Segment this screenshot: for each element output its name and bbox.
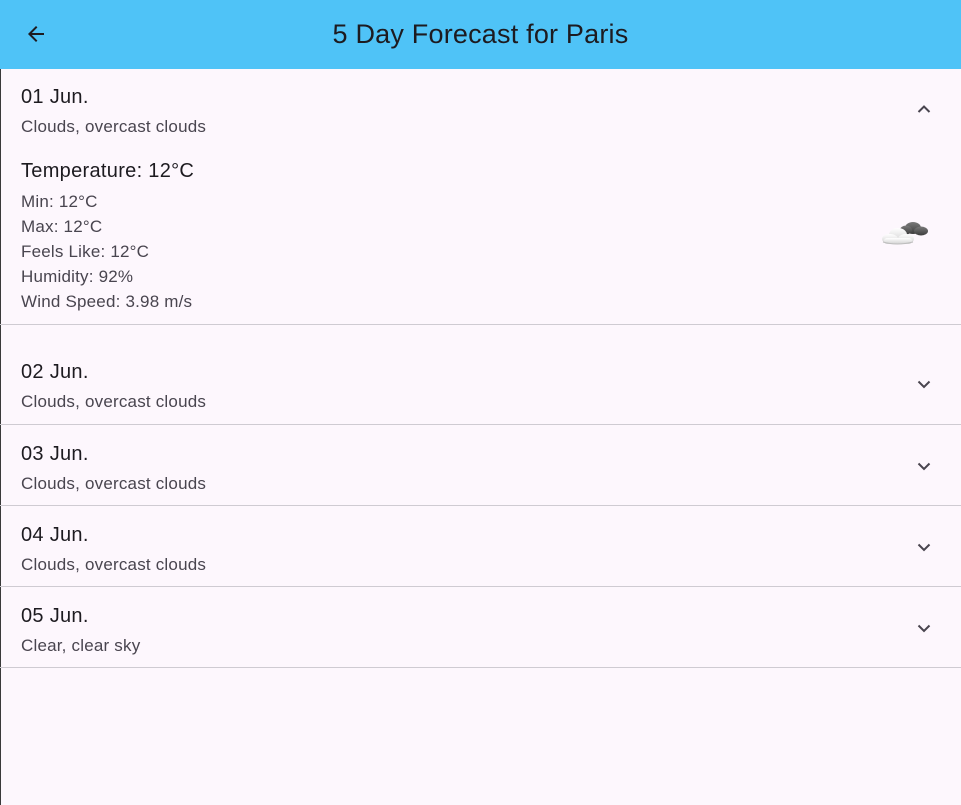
forecast-tile-header[interactable]: 04 Jun. Clouds, overcast clouds: [0, 506, 961, 586]
chevron-down-icon[interactable]: [915, 457, 933, 475]
forecast-date: 02 Jun.: [21, 361, 89, 383]
forecast-tile: 05 Jun. Clear, clear sky: [0, 587, 961, 668]
chevron-down-icon[interactable]: [915, 375, 933, 393]
forecast-tile-header[interactable]: 01 Jun. Clouds, overcast clouds: [0, 69, 961, 149]
forecast-description: Clouds, overcast clouds: [21, 474, 207, 493]
forecast-date: 05 Jun.: [21, 605, 89, 627]
chevron-up-icon[interactable]: [915, 100, 933, 118]
overcast-clouds-icon: [879, 215, 931, 249]
chevron-down-icon[interactable]: [915, 619, 933, 637]
forecast-description: Clear, clear sky: [21, 636, 141, 655]
forecast-tile-header[interactable]: 03 Jun. Clouds, overcast clouds: [0, 425, 961, 505]
feels-like-text: Feels Like: 12°C: [21, 242, 150, 261]
max-temp-text: Max: 12°C: [21, 217, 103, 236]
forecast-description: Clouds, overcast clouds: [21, 392, 207, 411]
temperature-text: Temperature: 12°C: [21, 160, 195, 182]
forecast-date: 01 Jun.: [21, 86, 89, 108]
forecast-tile-header[interactable]: 05 Jun. Clear, clear sky: [0, 587, 961, 667]
wind-speed-text: Wind Speed: 3.98 m/s: [21, 292, 193, 311]
forecast-details: Temperature: 12°C Min: 12°C Max: 12°C Fe…: [21, 160, 194, 314]
forecast-date: 03 Jun.: [21, 443, 89, 465]
forecast-description: Clouds, overcast clouds: [21, 117, 207, 136]
forecast-list: 01 Jun. Clouds, overcast clouds Temperat…: [0, 69, 961, 668]
min-temp-text: Min: 12°C: [21, 192, 98, 211]
page-title: 5 Day Forecast for Paris: [332, 19, 629, 49]
forecast-date: 04 Jun.: [21, 524, 89, 546]
forecast-tile: 04 Jun. Clouds, overcast clouds: [0, 506, 961, 587]
forecast-tile: 02 Jun. Clouds, overcast clouds: [0, 325, 961, 425]
forecast-tile-expanded: 01 Jun. Clouds, overcast clouds Temperat…: [0, 69, 961, 325]
humidity-text: Humidity: 92%: [21, 267, 134, 286]
app-bar: 5 Day Forecast for Paris: [0, 0, 961, 69]
forecast-tile-header[interactable]: 02 Jun. Clouds, overcast clouds: [0, 325, 961, 424]
forecast-description: Clouds, overcast clouds: [21, 555, 207, 574]
forecast-tile: 03 Jun. Clouds, overcast clouds: [0, 425, 961, 506]
chevron-down-icon[interactable]: [915, 538, 933, 556]
